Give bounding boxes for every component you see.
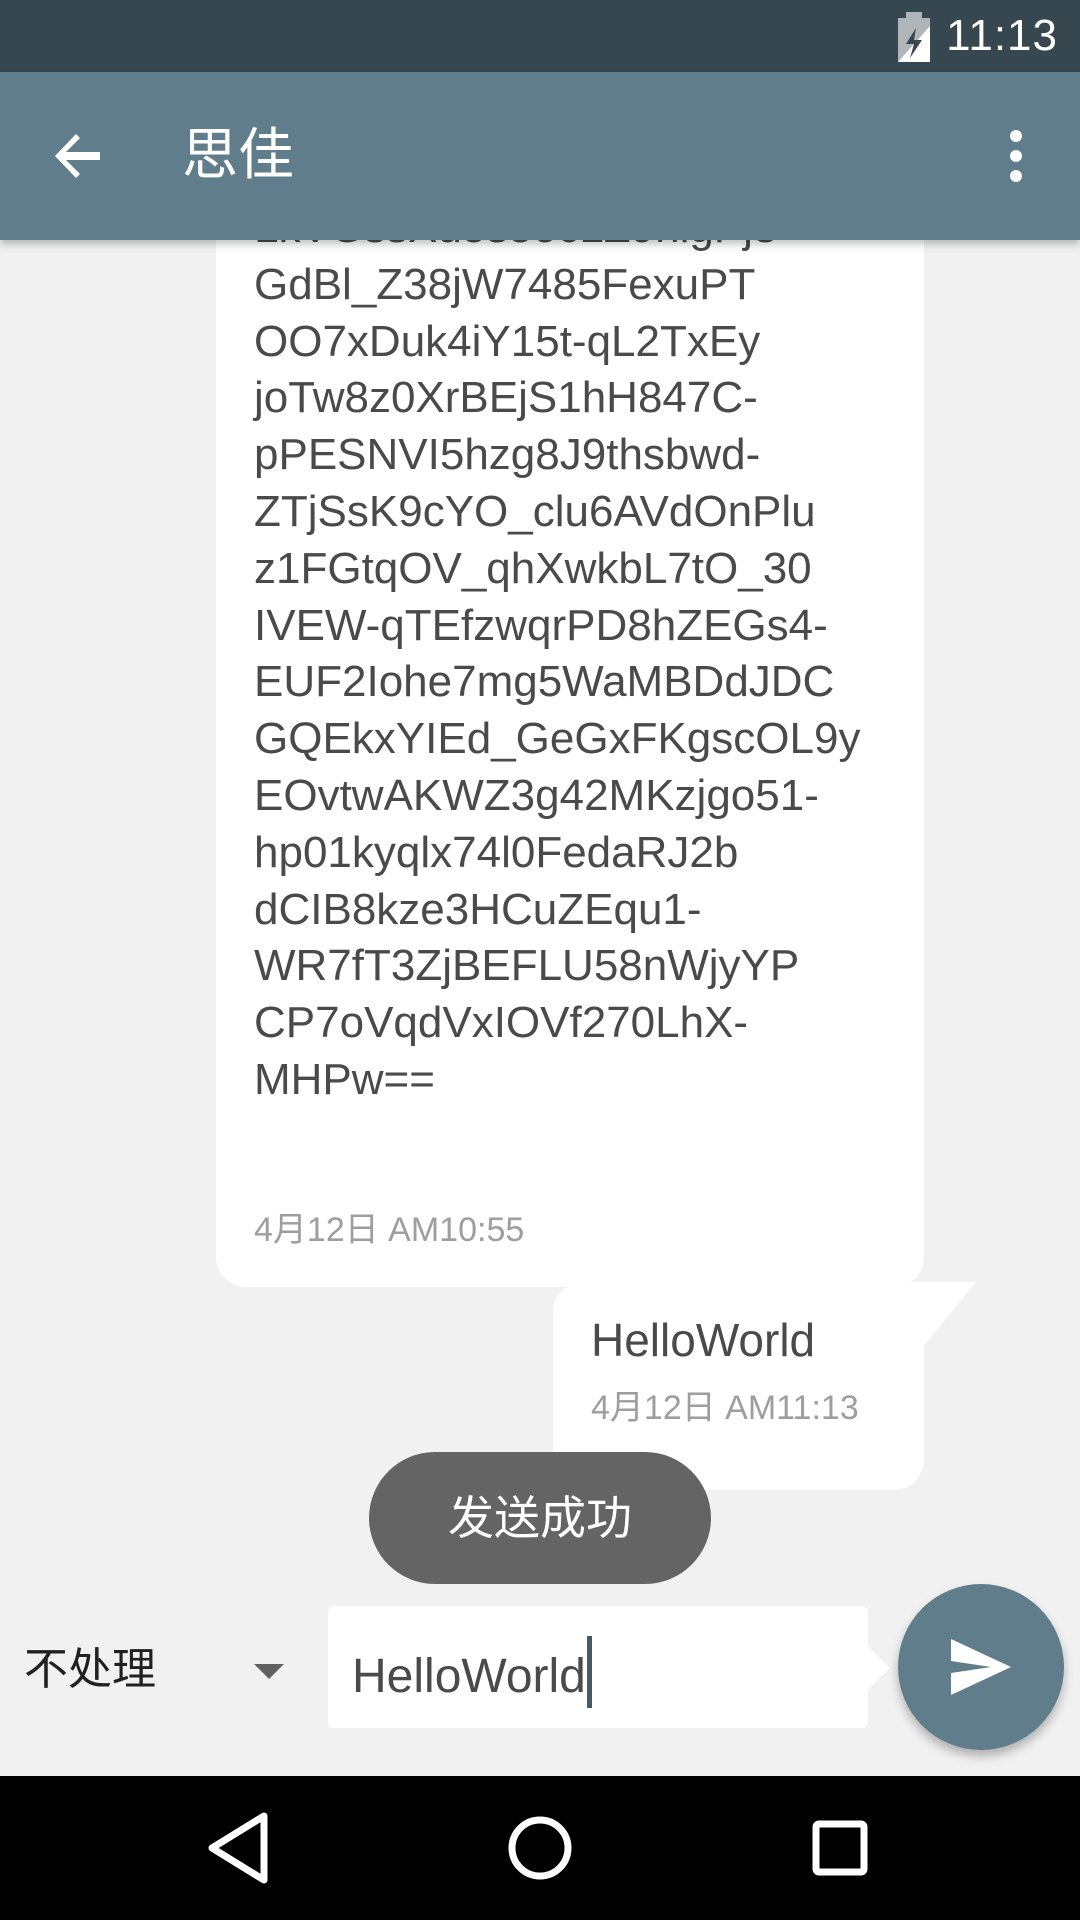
message-line: EOvtwAKWZ3g42MKzjgo51- <box>254 770 819 820</box>
message-line: GQEkxYIEd_GeGxFKgscOL9y <box>254 714 861 764</box>
status-icons: 3G <box>568 12 844 60</box>
message-line: hp01kyqlx74l0FedaRJ2b <box>254 827 739 877</box>
text-cursor <box>586 1636 592 1708</box>
incoming-message-timestamp: 4月12日 AM10:55 <box>254 1211 525 1249</box>
home-circle-icon[interactable] <box>502 1810 578 1886</box>
message-input-text: HelloWorld <box>352 1650 586 1703</box>
system-nav-bar <box>0 1776 1080 1920</box>
message-line: joTw8z0XrBEjS1hH847C- <box>254 373 758 423</box>
message-input-value[interactable]: HelloWorld <box>352 1636 592 1708</box>
send-icon <box>951 1639 1011 1695</box>
message-line: CP7oVqdVxIOVf270LhX- <box>254 998 749 1048</box>
message-line: EUF2Iohe7mg5WaMBDdJDC <box>254 657 835 707</box>
app-toolbar: 思佳 <box>0 72 1080 240</box>
message-input[interactable]: HelloWorld <box>328 1606 890 1728</box>
message-line: WR7fT3ZjBEFLU58nWjyYP <box>254 941 800 991</box>
message-line: GdBl_Z38jW7485FexuPT <box>254 259 756 309</box>
message-line: z1FGtqOV_qhXwkbL7tO_30 <box>254 543 812 593</box>
message-line: IVEW-qTEfzwqrPD8hZEGs4- <box>254 600 828 650</box>
incoming-message-bubble[interactable]: LkVGssXu5s5ocLZ9nlgPj3 GdBl_Z38jW7485Fex… <box>216 240 924 1287</box>
tag-selector-label[interactable]: 不处理 <box>24 1640 156 1700</box>
message-line: pPESNVI5hzg8J9thsbwd- <box>254 430 761 480</box>
send-button[interactable] <box>898 1584 1064 1750</box>
outgoing-message-timestamp: 4月12日 AM11:13 <box>591 1389 859 1427</box>
status-icons-svg: 3G <box>568 14 617 58</box>
battery-charging-icon <box>898 12 930 62</box>
outgoing-message-body: HelloWorld <box>591 1314 816 1366</box>
more-vert-icon[interactable] <box>986 126 1046 186</box>
message-line: MHPw== <box>254 1054 435 1104</box>
bubble-tail <box>924 1282 976 1346</box>
incoming-message-body: LkVGssXu5s5ocLZ9nlgPj3 GdBl_Z38jW7485Fex… <box>254 240 894 1109</box>
conversation-title: 思佳 <box>182 123 294 188</box>
message-thread[interactable]: LkVGssXu5s5ocLZ9nlgPj3 GdBl_Z38jW7485Fex… <box>0 240 1080 1600</box>
send-success-toast: 发送成功 <box>369 1452 711 1584</box>
status-time: 11:13 <box>946 11 1058 60</box>
status-bar: 3G 11:13 <box>0 0 1080 72</box>
message-line: OO7xDuk4iY15t-qL2TxEy <box>254 316 761 366</box>
recents-square-icon[interactable] <box>802 1810 878 1886</box>
input-tail <box>868 1646 890 1690</box>
back-triangle-icon[interactable] <box>202 1810 278 1886</box>
arrow-left-icon[interactable] <box>50 126 110 186</box>
message-line: dCIB8kze3HCuZEqu1- <box>254 884 702 934</box>
triangle-down-icon[interactable] <box>254 1664 284 1679</box>
message-line: LkVGssXu5s5ocLZ9nlgPj3 <box>254 240 894 257</box>
message-line: ZTjSsK9cYO_clu6AVdOnPlu <box>254 486 816 536</box>
